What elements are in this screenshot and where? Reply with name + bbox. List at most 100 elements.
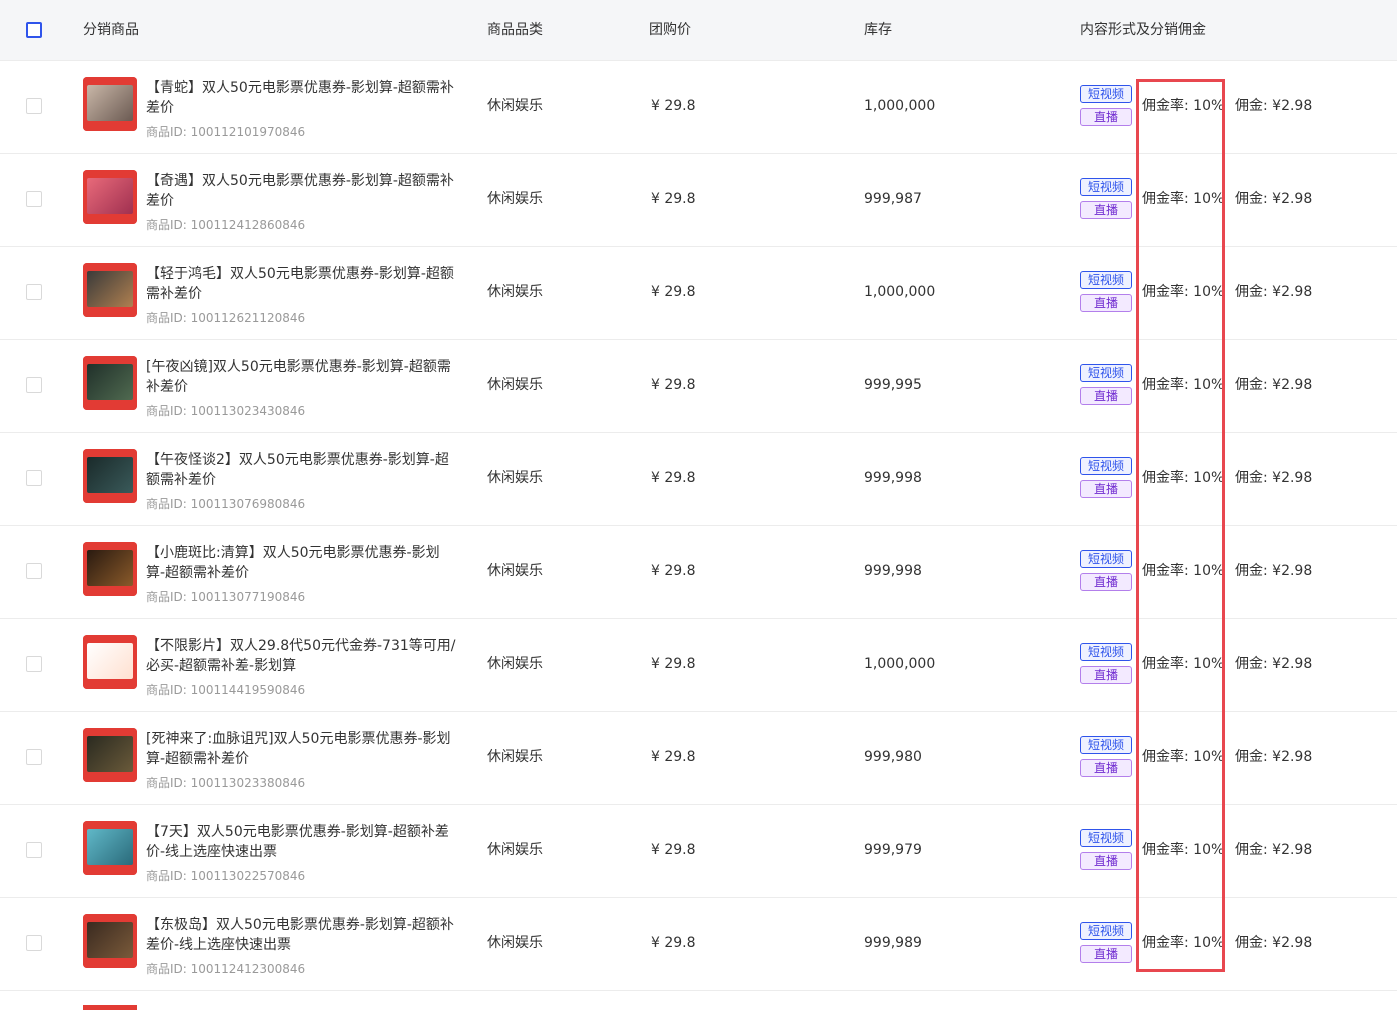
- thumbnail-bottom-strip: [83, 587, 137, 596]
- product-title[interactable]: 【不限影片】双人29.8代50元代金券-731等可用/必买-超额需补差-影划算: [146, 636, 458, 676]
- product-thumbnail[interactable]: [83, 77, 137, 131]
- thumbnail-top-strip: [83, 635, 137, 642]
- product-thumbnail[interactable]: [83, 542, 137, 596]
- commission-amount: 佣金: ¥2.98: [1235, 284, 1313, 300]
- table-row: [午夜凶镜]双人50元电影票优惠券-影划算-超额需补差价商品ID: 100113…: [0, 339, 1397, 433]
- commission-rate: 佣金率: 10%: [1142, 656, 1225, 672]
- product-id: 商品ID: 100113023430846: [146, 404, 306, 418]
- poster-image: [87, 178, 133, 214]
- live-stream-tag: 直播: [1080, 201, 1132, 219]
- commission-amount: 佣金: ¥2.98: [1235, 935, 1313, 951]
- short-video-tag: 短视频: [1080, 829, 1132, 847]
- product-category: 休闲娱乐: [487, 656, 543, 672]
- header-category: 商品品类: [487, 22, 543, 38]
- stock-count: 999,979: [864, 842, 922, 858]
- poster-image: [87, 736, 133, 772]
- table-row: 【轻于鸿毛】双人50元电影票优惠券-影划算-超额需补差价 商品ID: 100112…: [0, 246, 1397, 340]
- live-stream-tag: 直播: [1080, 666, 1132, 684]
- product-thumbnail[interactable]: [83, 728, 137, 782]
- poster-image: [87, 643, 133, 679]
- product-thumbnail[interactable]: [83, 449, 137, 503]
- header-price: 团购价: [649, 22, 691, 38]
- thumbnail-top-strip: [83, 263, 137, 270]
- thumbnail-top-strip: [83, 77, 137, 84]
- thumbnail-top-strip: [83, 728, 137, 735]
- short-video-tag: 短视频: [1080, 550, 1132, 568]
- product-thumbnail[interactable]: [83, 170, 137, 224]
- poster-image: [87, 364, 133, 400]
- short-video-tag: 短视频: [1080, 457, 1132, 475]
- header-product: 分销商品: [83, 22, 139, 38]
- product-category: 休闲娱乐: [487, 98, 543, 114]
- header-content-commission: 内容形式及分销佣金: [1080, 22, 1206, 38]
- row-checkbox[interactable]: [26, 842, 42, 858]
- commission-amount: 佣金: ¥2.98: [1235, 656, 1313, 672]
- table-row: 【小鹿斑比:清算】双人50元电影票优惠券-影划算-超额需补差价 商品ID: 100…: [0, 525, 1397, 619]
- row-checkbox[interactable]: [26, 656, 42, 672]
- product-title[interactable]: 【午夜怪谈2】双人50元电影票优惠券-影划算-超额需补差价: [146, 450, 458, 490]
- product-thumbnail[interactable]: [83, 821, 137, 875]
- table-header: 分销商品 商品品类 团购价 库存 内容形式及分销佣金: [0, 0, 1397, 61]
- group-price: ¥ 29.8: [651, 563, 696, 579]
- commission-amount: 佣金: ¥2.98: [1235, 563, 1313, 579]
- stock-count: 999,998: [864, 470, 922, 486]
- thumbnail-bottom-strip: [83, 773, 137, 782]
- group-price: ¥ 29.8: [651, 749, 696, 765]
- group-price: ¥ 29.8: [651, 842, 696, 858]
- row-checkbox[interactable]: [26, 377, 42, 393]
- commission-rate: 佣金率: 10%: [1142, 377, 1225, 393]
- thumbnail-bottom-strip: [83, 494, 137, 503]
- thumbnail-top-strip: [83, 356, 137, 363]
- table-row: 【7天】双人50元电影票优惠券-影划算-超额补差价-线上选座快速出票 商品ID: …: [0, 804, 1397, 898]
- thumbnail-top-strip: [83, 542, 137, 549]
- row-checkbox[interactable]: [26, 749, 42, 765]
- short-video-tag: 短视频: [1080, 736, 1132, 754]
- product-category: 休闲娱乐: [487, 191, 543, 207]
- group-price: ¥ 29.8: [651, 935, 696, 951]
- stock-count: 999,980: [864, 749, 922, 765]
- product-title[interactable]: 【奇遇】双人50元电影票优惠券-影划算-超额需补差价: [146, 171, 458, 211]
- product-thumbnail[interactable]: [83, 356, 137, 410]
- short-video-tag: 短视频: [1080, 85, 1132, 103]
- short-video-tag: 短视频: [1080, 178, 1132, 196]
- stock-count: 1,000,000: [864, 98, 936, 114]
- short-video-tag: 短视频: [1080, 271, 1132, 289]
- thumbnail-bottom-strip: [83, 866, 137, 875]
- product-title[interactable]: 【7天】双人50元电影票优惠券-影划算-超额补差价-线上选座快速出票: [146, 822, 458, 862]
- live-stream-tag: 直播: [1080, 759, 1132, 777]
- product-thumbnail[interactable]: [83, 914, 137, 968]
- row-checkbox[interactable]: [26, 470, 42, 486]
- row-checkbox[interactable]: [26, 98, 42, 114]
- group-price: ¥ 29.8: [651, 377, 696, 393]
- select-all-checkbox[interactable]: [26, 22, 42, 38]
- row-checkbox[interactable]: [26, 284, 42, 300]
- thumbnail-bottom-strip: [83, 959, 137, 968]
- live-stream-tag: 直播: [1080, 294, 1132, 312]
- product-thumbnail[interactable]: [83, 635, 137, 689]
- short-video-tag: 短视频: [1080, 922, 1132, 940]
- thumbnail-top-strip: [83, 914, 137, 921]
- row-checkbox[interactable]: [26, 563, 42, 579]
- product-title[interactable]: [午夜凶镜]双人50元电影票优惠券-影划算-超额需补差价: [146, 357, 458, 397]
- table-row: [死神来了:血脉诅咒]双人50元电影票优惠券-影划算-超额需补差价 商品ID: 1…: [0, 711, 1397, 805]
- row-checkbox[interactable]: [26, 935, 42, 951]
- product-title[interactable]: 【东极岛】双人50元电影票优惠券-影划算-超额补差价-线上选座快速出票: [146, 915, 458, 955]
- product-thumbnail[interactable]: [83, 263, 137, 317]
- product-title[interactable]: [死神来了:血脉诅咒]双人50元电影票优惠券-影划算-超额需补差价: [146, 729, 458, 769]
- group-price: ¥ 29.8: [651, 470, 696, 486]
- product-title[interactable]: 【小鹿斑比:清算】双人50元电影票优惠券-影划算-超额需补差价: [146, 543, 458, 583]
- stock-count: 999,987: [864, 191, 922, 207]
- short-video-tag: 短视频: [1080, 364, 1132, 382]
- product-category: 休闲娱乐: [487, 284, 543, 300]
- thumbnail-top-strip: [83, 170, 137, 177]
- group-price: ¥ 29.8: [651, 656, 696, 672]
- product-category: 休闲娱乐: [487, 935, 543, 951]
- row-checkbox[interactable]: [26, 191, 42, 207]
- table-row: 【不限影片】双人29.8代50元代金券-731等可用/必买-超额需补差-影划算商…: [0, 618, 1397, 712]
- live-stream-tag: 直播: [1080, 387, 1132, 405]
- commission-amount: 佣金: ¥2.98: [1235, 749, 1313, 765]
- product-title[interactable]: 【青蛇】双人50元电影票优惠券-影划算-超额需补差价: [146, 78, 458, 118]
- live-stream-tag: 直播: [1080, 573, 1132, 591]
- product-title[interactable]: 【轻于鸿毛】双人50元电影票优惠券-影划算-超额需补差价: [146, 264, 458, 304]
- commission-amount: 佣金: ¥2.98: [1235, 191, 1313, 207]
